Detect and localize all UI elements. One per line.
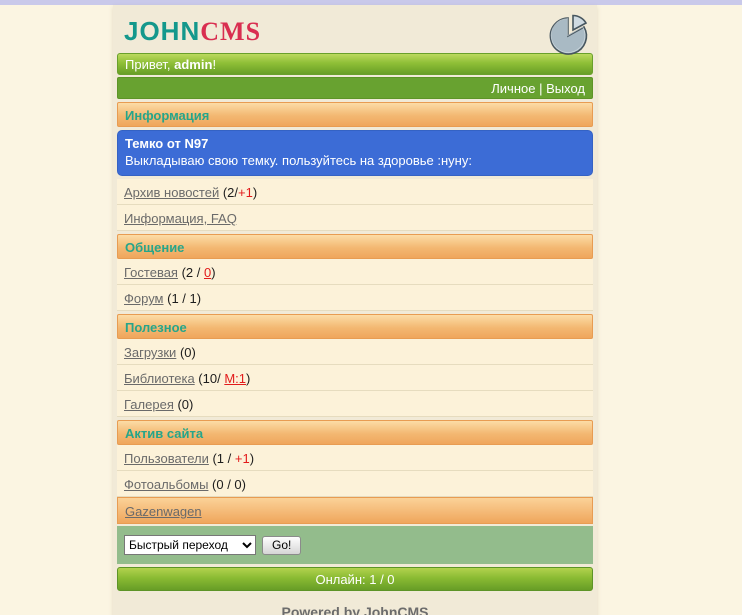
site-header: JOHNCMS — [117, 9, 593, 55]
menu-count: ) — [252, 185, 258, 200]
menu-count: ) — [245, 371, 251, 386]
notice-body: Выкладываю свою темку. пользуйтесь на зд… — [125, 153, 472, 168]
menu-link-guestbook[interactable]: Гостевая — [124, 265, 178, 280]
menu-item[interactable]: Галерея (0) — [117, 391, 593, 417]
menu-count: (0) — [176, 345, 196, 360]
site-logo: JOHNCMS — [124, 16, 261, 47]
section-title: Актив сайта — [125, 426, 204, 441]
menu-link-users[interactable]: Пользователи — [124, 451, 209, 466]
quick-jump-select[interactable]: Быстрый переход — [124, 535, 256, 555]
menu-count: (2 / — [177, 265, 204, 280]
menu-link-photoalbums[interactable]: Фотоальбомы — [124, 477, 208, 492]
online-count: Онлайн: 1 / 0 — [315, 572, 395, 587]
menu-count: ) — [211, 265, 216, 280]
page-container: JOHNCMS Привет, admin! Личное | Выход Ин… — [113, 5, 597, 615]
section-header-info: Информация — [117, 102, 593, 127]
pie-chart-icon — [549, 14, 588, 55]
greeting-prefix: Привет, — [125, 57, 175, 72]
menu-item[interactable]: Фотоальбомы (0 / 0) — [117, 471, 593, 497]
menu-link-info-faq[interactable]: Информация, FAQ — [124, 211, 237, 226]
menu-link-forum[interactable]: Форум — [124, 291, 164, 306]
personal-link[interactable]: Личное — [491, 81, 535, 96]
menu-count-hot: +1 — [234, 451, 250, 466]
notice-title: Темко от N97 — [125, 136, 209, 151]
menu-item[interactable]: Архив новостей (2/+1) — [117, 179, 593, 205]
menu-link-gallery[interactable]: Галерея — [124, 397, 174, 412]
greeting-bar: Привет, admin! — [117, 53, 593, 75]
section-title: Полезное — [125, 320, 187, 335]
menu-count-hot: +1 — [238, 185, 253, 200]
menu-count: (1 / 1) — [163, 291, 202, 306]
section-title: Общение — [125, 240, 185, 255]
greeting-username: admin — [174, 57, 213, 72]
greeting-suffix: ! — [212, 57, 217, 72]
menu-link-library[interactable]: Библиотека — [124, 371, 195, 386]
menu-link-gazenwagen[interactable]: Gazenwagen — [125, 504, 202, 519]
menu-count: ) — [249, 451, 255, 466]
section-header-site-activity: Актив сайта — [117, 420, 593, 445]
notice-box: Темко от N97 Выкладываю свою темку. поль… — [117, 130, 593, 176]
menu-item[interactable]: Форум (1 / 1) — [117, 285, 593, 311]
menu-item[interactable]: Загрузки (0) — [117, 339, 593, 365]
menu-item[interactable]: Библиотека (10/ М:1) — [117, 365, 593, 391]
menu-item[interactable]: Гостевая (2 / 0) — [117, 259, 593, 285]
menu-count: (1 / — [208, 451, 235, 466]
menu-count: (10/ — [194, 371, 225, 386]
powered-by-text: Powered by JohnCMS — [281, 604, 429, 615]
user-links-separator: | — [535, 81, 547, 96]
online-bar: Онлайн: 1 / 0 — [117, 567, 593, 591]
logo-cms: CMS — [200, 17, 262, 46]
logout-link[interactable]: Выход — [546, 81, 585, 96]
gazenwagen-band[interactable]: Gazenwagen — [117, 497, 593, 524]
menu-count-hot: М:1 — [224, 371, 246, 386]
user-links-bar: Личное | Выход — [117, 77, 593, 99]
menu-item[interactable]: Информация, FAQ — [117, 205, 593, 231]
logo-john: JOHN — [124, 16, 201, 46]
menu-link-archive-news[interactable]: Архив новостей — [124, 185, 219, 200]
section-header-useful: Полезное — [117, 314, 593, 339]
menu-link-downloads[interactable]: Загрузки — [124, 345, 176, 360]
section-header-communication: Общение — [117, 234, 593, 259]
section-title: Информация — [125, 108, 210, 123]
menu-count: (2/ — [219, 185, 239, 200]
menu-count: (0 / 0) — [208, 477, 246, 492]
menu-item[interactable]: Пользователи (1 / +1) — [117, 445, 593, 471]
quick-jump-panel: Быстрый переход Go! — [117, 526, 593, 564]
menu-count: (0) — [173, 397, 194, 412]
go-button[interactable]: Go! — [262, 536, 302, 555]
